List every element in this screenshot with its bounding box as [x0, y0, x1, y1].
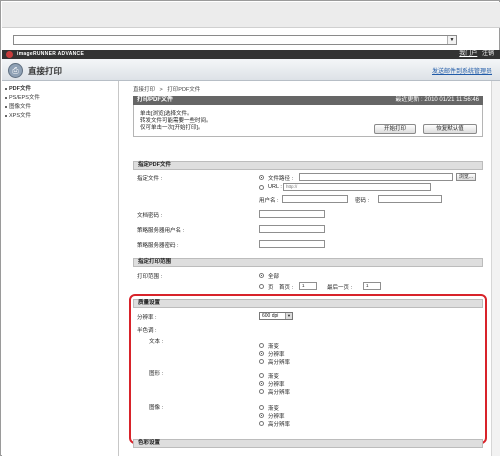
image-gradation-label: 渐变 [268, 406, 280, 412]
sidebar: PDF文件 PS/EPS文件 图像文件 XPS文件 [2, 81, 119, 456]
url-radio[interactable] [259, 185, 264, 190]
image-high-resolution-label: 高分辨率 [268, 422, 291, 428]
admin-email-link[interactable]: 发送邮件到系统管理员 [432, 66, 492, 75]
main-content: 直接打印 > 打印PDF文件 打印PDF文件 最近更新 : 2010 01/21… [119, 81, 500, 456]
text-gradation-radio[interactable] [259, 343, 264, 348]
range-pages-label: 页 [268, 285, 274, 291]
first-page-label: 首页 : [279, 285, 294, 291]
address-bar[interactable]: ▼ [13, 35, 457, 45]
password-label: 密码 : [355, 198, 370, 204]
vertical-scrollbar[interactable] [491, 81, 500, 456]
file-path-label: 文件路径 : [268, 176, 294, 182]
password-input[interactable] [378, 195, 442, 203]
graphics-gradation-label: 渐变 [268, 374, 280, 380]
resolution-value: 600 dpi [262, 313, 279, 319]
image-resolution-label: 分辨率 [268, 414, 285, 420]
print-range-label: 打印范围 : [137, 274, 163, 280]
halftone-text-label: 文本 : [149, 339, 164, 345]
file-path-radio[interactable] [259, 175, 264, 180]
logout-link[interactable]: 注销 [482, 51, 494, 57]
brand-links: 我门户 注销 [456, 50, 494, 59]
my-page-link[interactable]: 我门户 [459, 51, 477, 57]
halftone-label: 半色调 : [137, 328, 157, 334]
text-high-resolution-label: 高分辨率 [268, 360, 291, 366]
graphics-high-resolution-radio[interactable] [259, 389, 264, 394]
section-range-title: 指定打印范围 [133, 258, 483, 267]
breadcrumb: 直接打印 > 打印PDF文件 [133, 85, 200, 93]
graphics-resolution-label: 分辨率 [268, 382, 285, 388]
page-title: 直接打印 [28, 66, 63, 76]
section-file-title: 指定PDF文件 [133, 161, 483, 170]
browse-button[interactable]: 浏览... [456, 173, 476, 181]
first-page-input[interactable]: 1 [299, 282, 317, 290]
brand-logo-icon [6, 51, 13, 58]
file-path-input[interactable] [299, 173, 453, 181]
username-label: 用户名 : [259, 198, 279, 204]
username-input[interactable] [282, 195, 348, 203]
sidebar-item-ps-eps[interactable]: PS/EPS文件 [2, 94, 118, 103]
range-pages-radio[interactable] [259, 284, 264, 289]
section-color-title: 色彩设置 [133, 439, 483, 448]
text-gradation-label: 渐变 [268, 344, 280, 350]
resolution-label: 分辨率 : [137, 315, 157, 321]
range-all-label: 全部 [268, 274, 280, 280]
url-label: URL : [268, 184, 282, 190]
last-updated: 最近更新 : 2010 01/21 11:56:46 [395, 97, 479, 103]
range-all-radio[interactable] [259, 273, 264, 278]
image-high-resolution-radio[interactable] [259, 421, 264, 426]
page-header: ⎙ 直接打印 发送邮件到系统管理员 [2, 59, 500, 81]
restore-defaults-button[interactable]: 恢复默认值 [423, 124, 477, 134]
document-password-input[interactable] [259, 210, 325, 218]
panel-title: 打印PDF文件 最近更新 : 2010 01/21 11:56:46 [133, 96, 483, 105]
policy-user-label: 策略服务器用户名 : [137, 228, 185, 234]
instructions-box: 单击[浏览]选择文件。 转发文件可能需要一些时间。 仅可单击一次[开始打印]。 … [133, 105, 483, 137]
graphics-high-resolution-label: 高分辨率 [268, 390, 291, 396]
last-page-input[interactable]: 1 [363, 282, 381, 290]
start-print-button[interactable]: 开始打印 [374, 124, 416, 134]
panel-title-text: 打印PDF文件 [137, 97, 174, 103]
section-quality-title: 质量设置 [133, 299, 483, 308]
instruction-line: 仅可单击一次[开始打印]。 [140, 125, 204, 131]
text-resolution-label: 分辨率 [268, 352, 285, 358]
direct-print-icon: ⎙ [8, 63, 23, 78]
graphics-gradation-radio[interactable] [259, 373, 264, 378]
sidebar-item-pdf[interactable]: PDF文件 [2, 85, 118, 94]
policy-password-label: 策略服务器密码 : [137, 243, 179, 249]
chevron-down-icon[interactable]: ▼ [447, 36, 456, 44]
last-page-label: 最后一页 : [327, 285, 353, 291]
browser-window: ▼ imageRUNNER ADVANCE 我门户 注销 ⎙ 直接打印 发送邮件… [0, 0, 500, 456]
breadcrumb-root[interactable]: 直接打印 [133, 87, 155, 93]
halftone-image-label: 图像 : [149, 405, 164, 411]
url-input[interactable]: http:// [283, 183, 431, 191]
text-resolution-radio[interactable] [259, 351, 264, 356]
image-resolution-radio[interactable] [259, 413, 264, 418]
brand-bar: imageRUNNER ADVANCE 我门户 注销 [2, 50, 500, 59]
sidebar-item-xps[interactable]: XPS文件 [2, 112, 118, 121]
resolution-select[interactable]: 600 dpi ▼ [259, 312, 293, 320]
sidebar-item-image[interactable]: 图像文件 [2, 103, 118, 112]
halftone-graphics-label: 图形 : [149, 371, 164, 377]
quality-highlight-outline [129, 294, 487, 444]
text-high-resolution-radio[interactable] [259, 359, 264, 364]
chevron-down-icon: ▼ [285, 313, 292, 319]
breadcrumb-separator: > [159, 87, 163, 93]
image-gradation-radio[interactable] [259, 405, 264, 410]
policy-password-input[interactable] [259, 240, 325, 248]
browser-toolbar [2, 2, 500, 28]
breadcrumb-current: 打印PDF文件 [167, 87, 201, 93]
brand-name: imageRUNNER ADVANCE [17, 51, 85, 57]
document-password-label: 文档密码 : [137, 213, 163, 219]
specify-file-label: 指定文件 : [137, 176, 163, 182]
policy-user-input[interactable] [259, 225, 325, 233]
graphics-resolution-radio[interactable] [259, 381, 264, 386]
